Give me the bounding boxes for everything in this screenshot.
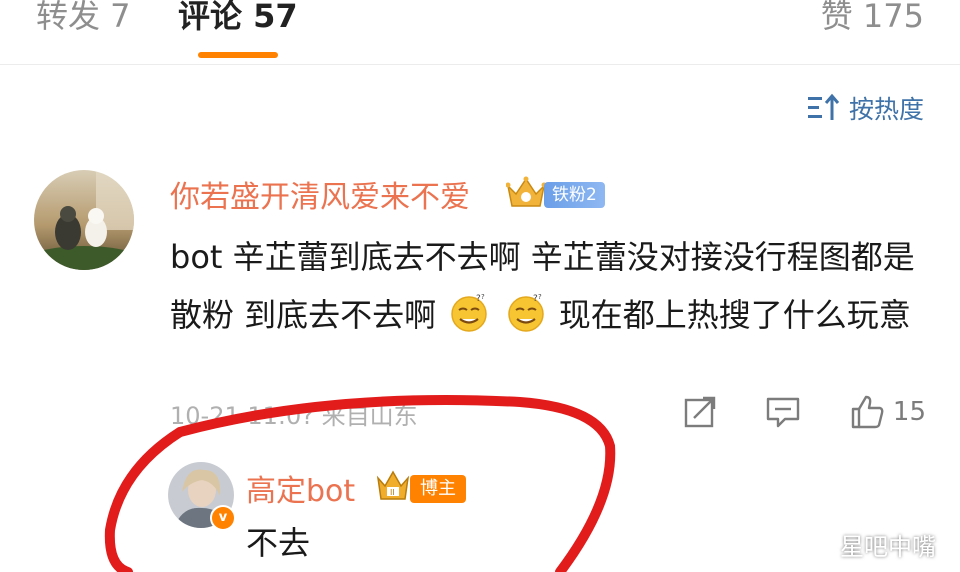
avatar[interactable] <box>34 170 134 270</box>
reply-button[interactable] <box>765 395 801 429</box>
reply-text: 不去 <box>246 524 311 562</box>
host-badge: 博主 <box>410 475 466 503</box>
divider <box>0 64 960 65</box>
watermark: 星吧中嘴 <box>804 527 936 562</box>
comment-icon <box>766 397 800 428</box>
comment-actions: 15 <box>635 392 926 432</box>
like-button[interactable]: 15 <box>849 394 926 430</box>
like-count: 15 <box>892 397 926 427</box>
crown-icon <box>506 176 546 207</box>
svg-text:?: ? <box>481 293 485 301</box>
emoji-icon: ? ? <box>507 293 544 332</box>
active-tab-indicator <box>198 52 278 58</box>
share-button[interactable] <box>683 395 717 429</box>
crown-icon: II <box>376 470 410 500</box>
tab-comment[interactable]: 评论 57 <box>178 0 298 36</box>
tab-bar: 转发 7 评论 57 赞 175 <box>0 0 960 64</box>
weibo-icon <box>805 534 832 557</box>
tab-like[interactable]: 赞 175 <box>821 0 924 36</box>
comment-text-part-2: 现在都上热搜了什么玩意 <box>558 296 911 334</box>
watermark-text: 星吧中嘴 <box>840 533 936 561</box>
comment-meta: 10-21 11:0? 来自山东 <box>170 402 418 430</box>
svg-text:II: II <box>390 488 395 497</box>
verified-icon: v <box>210 505 236 531</box>
fan-badge: 铁粉2 <box>544 182 605 208</box>
emoji-icon: ? ? <box>451 293 488 332</box>
tab-repost[interactable]: 转发 7 <box>36 0 131 36</box>
comment-username[interactable]: 你若盛开清风爱来不爱 <box>170 172 470 216</box>
comment-text: bot 辛芷蕾到底去不去啊 辛芷蕾没对接没行程图都是散粉 到底去不去啊 ? ? … <box>170 228 930 344</box>
svg-text:?: ? <box>538 293 542 301</box>
sort-label: 按热度 <box>848 95 924 124</box>
sort-toggle[interactable]: 按热度 <box>807 88 924 128</box>
share-icon <box>684 396 716 428</box>
avatar-image <box>34 170 134 270</box>
sort-icon <box>807 93 840 120</box>
like-icon <box>851 395 884 429</box>
reply-username[interactable]: 高定bot <box>246 466 355 510</box>
